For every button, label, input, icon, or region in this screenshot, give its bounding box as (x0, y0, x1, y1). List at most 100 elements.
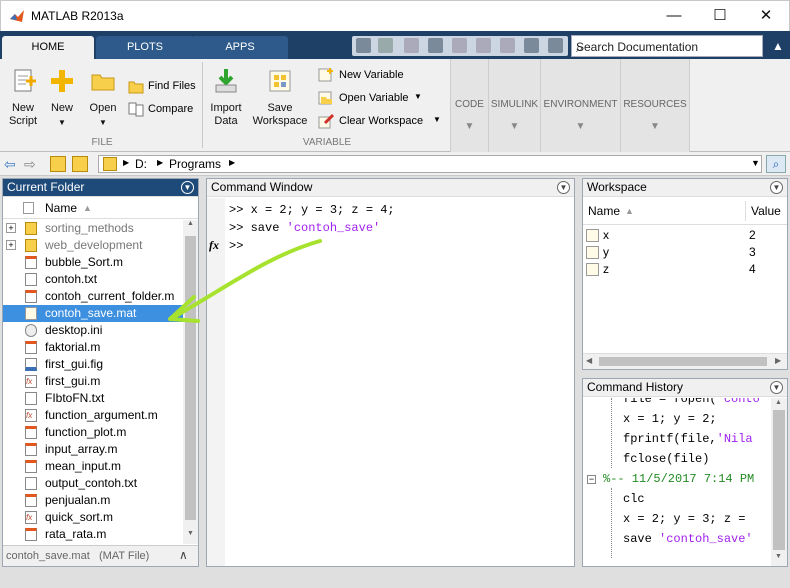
name-column-header[interactable]: Name ▲ (3, 197, 198, 219)
environment-group-collapsed[interactable]: ENVIRONMENT ▼ (540, 59, 620, 152)
list-item[interactable]: mean_input.m (3, 458, 183, 475)
forward-arrow-icon[interactable]: ⇨ (24, 156, 40, 172)
maximize-button[interactable]: ☐ (697, 1, 743, 31)
scrollbar-thumb[interactable] (599, 357, 767, 366)
new-menu-button[interactable]: New ▼ (44, 64, 80, 134)
undo-icon[interactable] (476, 38, 491, 53)
save-workspace-button[interactable]: Save Workspace (250, 64, 310, 134)
switch-windows-icon[interactable] (524, 38, 539, 53)
table-row[interactable]: x2 (583, 227, 787, 244)
tab-apps[interactable]: APPS (192, 36, 288, 59)
list-item[interactable]: fx quick_sort.m (3, 509, 183, 526)
scroll-up-icon[interactable]: ▲ (184, 220, 197, 232)
up-one-level-icon[interactable] (50, 156, 66, 172)
paste-icon[interactable] (452, 38, 467, 53)
scroll-down-icon[interactable]: ▼ (184, 530, 197, 542)
open-menu-button[interactable]: Open ▼ (84, 64, 122, 134)
path-drive[interactable]: D: (135, 157, 147, 171)
path-dropdown-icon[interactable]: ▼ (751, 158, 760, 168)
cut-icon[interactable] (404, 38, 419, 53)
current-folder-path[interactable]: ▶ D: ▶ Programs ▶ ▼ (98, 155, 762, 173)
expand-icon[interactable]: + (6, 223, 16, 233)
panel-actions-icon[interactable]: ▼ (557, 181, 570, 194)
import-data-button[interactable]: Import Data (206, 64, 246, 134)
list-item[interactable]: fx first_gui.m (3, 373, 183, 390)
details-expand-icon[interactable]: ∧ (179, 548, 188, 562)
scroll-down-icon[interactable]: ▼ (775, 553, 782, 560)
panel-actions-icon[interactable]: ▼ (770, 181, 783, 194)
close-button[interactable]: ✕ (743, 1, 789, 31)
table-row[interactable]: y3 (583, 244, 787, 261)
scroll-left-icon[interactable]: ◀ (586, 356, 592, 365)
list-item[interactable]: FIbtoFN.txt (3, 390, 183, 407)
list-item[interactable]: rata_rata.m (3, 526, 183, 543)
list-item[interactable]: contoh_current_folder.m (3, 288, 183, 305)
list-item[interactable]: contoh.txt (3, 271, 183, 288)
new-variable-button[interactable]: New Variable (318, 67, 446, 84)
back-arrow-icon[interactable]: ⇦ (4, 156, 20, 172)
history-entry[interactable]: x = 1; y = 2; (623, 412, 717, 426)
list-item[interactable]: + sorting_methods (3, 220, 183, 237)
history-entry[interactable]: fclose(file) (623, 452, 709, 466)
open-variable-button[interactable]: Open Variable ▼ (318, 90, 446, 107)
panel-actions-icon[interactable]: ▼ (181, 181, 194, 194)
code-group-label: CODE (455, 99, 484, 110)
history-entry[interactable]: file = fopen('conto (623, 398, 760, 406)
history-session-header[interactable]: %-- 11/5/2017 7:14 PM (603, 472, 754, 486)
variable-value: 4 (749, 262, 756, 276)
search-icon[interactable]: ⌕ (576, 40, 756, 56)
search-documentation-input[interactable]: Search Documentation ⌕ (571, 35, 763, 57)
list-item[interactable]: faktorial.m (3, 339, 183, 356)
compare-button[interactable]: Compare (128, 101, 202, 117)
find-files-button[interactable]: Find Files (128, 78, 202, 94)
scroll-right-icon[interactable]: ▶ (775, 356, 781, 365)
help-icon[interactable] (548, 38, 563, 53)
resources-group-collapsed[interactable]: RESOURCES ▼ (620, 59, 690, 152)
list-item[interactable]: output_contoh.txt (3, 475, 183, 492)
list-item[interactable]: fx function_argument.m (3, 407, 183, 424)
details-bar[interactable]: contoh_save.mat (MAT File) ∧ (3, 545, 198, 566)
browse-for-folder-icon[interactable] (72, 156, 88, 172)
list-item[interactable]: first_gui.fig (3, 356, 183, 373)
workspace-horizontal-scrollbar[interactable]: ◀ ▶ (583, 353, 787, 369)
history-entry[interactable]: save 'contoh_save' (623, 532, 753, 546)
variable-value: 3 (749, 245, 756, 259)
list-item[interactable]: bubble_Sort.m (3, 254, 183, 271)
redo-icon[interactable] (500, 38, 515, 53)
copy-icon[interactable] (428, 38, 443, 53)
history-entry[interactable]: x = 2; y = 3; z = (623, 512, 745, 526)
list-item[interactable]: penjualan.m (3, 492, 183, 509)
history-string: 'contoh_save' (659, 532, 753, 546)
list-item[interactable]: function_plot.m (3, 424, 183, 441)
search-folder-icon[interactable]: ⌕ (766, 155, 786, 173)
expand-icon[interactable]: + (6, 240, 16, 250)
collapse-toolstrip-icon[interactable]: ▲ (768, 35, 788, 57)
collapse-icon[interactable]: − (587, 475, 596, 484)
panel-actions-icon[interactable]: ▼ (770, 381, 783, 394)
value-column-label[interactable]: Value (751, 197, 781, 225)
fig-file-icon (25, 358, 37, 371)
list-item-selected[interactable]: contoh_save.mat (3, 305, 183, 322)
list-item[interactable]: input_array.m (3, 441, 183, 458)
table-row[interactable]: z4 (583, 261, 787, 278)
scrollbar-thumb[interactable] (773, 410, 785, 550)
history-entry[interactable]: clc (623, 492, 645, 506)
code-group-collapsed[interactable]: CODE ▼ (450, 59, 488, 152)
minimize-button[interactable]: — (651, 1, 697, 31)
path-folder[interactable]: Programs (169, 157, 221, 171)
command-prompt: >> (229, 221, 244, 235)
history-scrollbar[interactable]: ▲ ▼ (771, 398, 787, 566)
name-column-label[interactable]: Name (588, 197, 620, 225)
history-entry[interactable]: fprintf(file,'Nila (623, 432, 753, 446)
clear-workspace-button[interactable]: Clear Workspace ▼ (318, 113, 446, 130)
new-layout-icon[interactable] (356, 38, 371, 53)
tab-home[interactable]: HOME (2, 36, 94, 59)
list-item[interactable]: + web_development (3, 237, 183, 254)
simulink-group-collapsed[interactable]: SIMULINK ▼ (488, 59, 540, 152)
save-icon[interactable] (378, 38, 393, 53)
new-script-button[interactable]: New Script (4, 64, 42, 134)
path-separator: ▶ (229, 158, 236, 167)
scroll-up-icon[interactable]: ▲ (775, 399, 782, 406)
list-item[interactable]: desktop.ini (3, 322, 183, 339)
tab-plots[interactable]: PLOTS (96, 36, 194, 59)
